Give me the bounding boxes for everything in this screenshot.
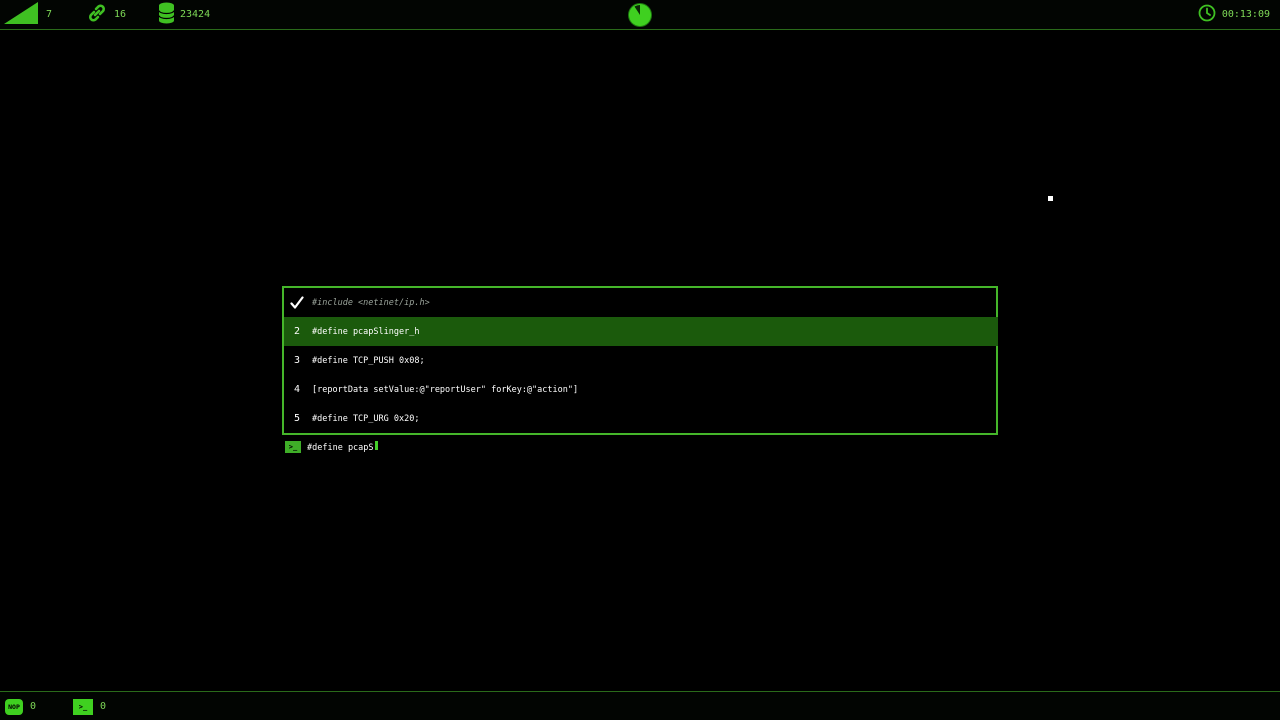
text-caret bbox=[374, 441, 378, 450]
terminal-badge-icon: >_ bbox=[73, 698, 93, 715]
command-input[interactable]: #define pcapS bbox=[307, 441, 378, 453]
line-number: 3 bbox=[293, 355, 301, 366]
command-prompt[interactable]: >_ #define pcapS bbox=[285, 440, 378, 454]
clock-icon bbox=[1198, 4, 1216, 25]
clock-value: 00:13:09 bbox=[1221, 9, 1270, 20]
line-number: 2 bbox=[293, 326, 301, 337]
data-stat: 23424 bbox=[158, 0, 210, 29]
links-stat: 16 bbox=[86, 0, 126, 29]
code-line-text: #define TCP_URG 0x20; bbox=[312, 413, 420, 424]
level-value: 7 bbox=[46, 9, 53, 20]
code-line-4: 4 [reportData setValue:@"reportUser" for… bbox=[284, 375, 998, 404]
nop-badge-icon: NOP bbox=[5, 698, 23, 715]
game-screen: 7 16 23424 00:13:09 #include <netinet/ip… bbox=[0, 0, 1280, 720]
data-value: 23424 bbox=[180, 9, 211, 20]
signal-bars-icon bbox=[4, 2, 38, 27]
code-line-text: #define TCP_PUSH 0x08; bbox=[312, 355, 425, 366]
nop-counter[interactable]: NOP 0 bbox=[5, 692, 36, 720]
timer-pie-icon bbox=[627, 2, 653, 28]
line-number: 5 bbox=[293, 413, 301, 424]
bottom-hud-bar: NOP 0 >_ 0 bbox=[0, 691, 1280, 720]
clock-stat: 00:13:09 bbox=[1198, 0, 1270, 29]
checkmark-icon bbox=[284, 295, 310, 310]
code-line-text: #define pcapSlinger_h bbox=[312, 326, 420, 337]
chain-link-icon bbox=[86, 2, 108, 27]
code-line-text: [reportData setValue:@"reportUser" forKe… bbox=[312, 384, 579, 395]
line-number: 4 bbox=[293, 384, 301, 395]
code-panel: #include <netinet/ip.h> 2 #define pcapSl… bbox=[282, 286, 998, 435]
code-line-5: 5 #define TCP_URG 0x20; bbox=[284, 404, 998, 433]
links-value: 16 bbox=[114, 9, 127, 20]
code-line-1: #include <netinet/ip.h> bbox=[284, 288, 998, 317]
code-line-2: 2 #define pcapSlinger_h bbox=[284, 317, 998, 346]
terminal-prompt-icon: >_ bbox=[285, 441, 301, 453]
code-line-3: 3 #define TCP_PUSH 0x08; bbox=[284, 346, 998, 375]
nop-value: 0 bbox=[30, 701, 37, 712]
terminal-value: 0 bbox=[100, 701, 107, 712]
code-line-text: #include <netinet/ip.h> bbox=[312, 297, 430, 308]
level-stat: 7 bbox=[4, 0, 52, 29]
terminal-counter[interactable]: >_ 0 bbox=[73, 692, 106, 720]
top-hud-bar: 7 16 23424 00:13:09 bbox=[0, 0, 1280, 30]
typed-text: #define pcapS bbox=[307, 443, 374, 453]
database-icon bbox=[158, 2, 175, 27]
mouse-cursor-dot bbox=[1048, 196, 1053, 201]
